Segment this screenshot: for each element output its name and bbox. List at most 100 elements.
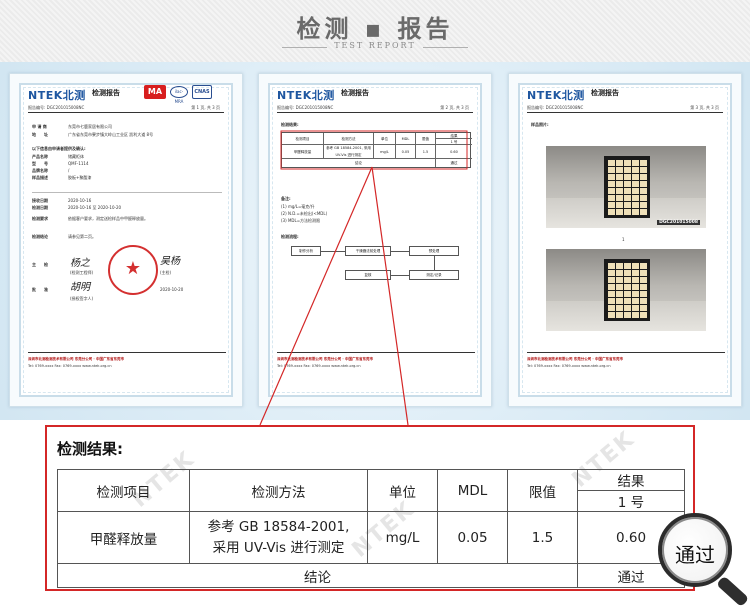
report-page-3-frame <box>518 83 732 397</box>
flow-step: 预处理 <box>409 246 459 256</box>
cma-badge: MA <box>144 85 166 99</box>
header-mdl: MDL <box>437 469 508 512</box>
page-number: 第 1 页, 共 3 页 <box>191 105 220 110</box>
signature-label: 主 检 <box>32 262 48 267</box>
footer-contact: Tel: 0769-xxxx Fax: 0769-xxxx www.ntek.o… <box>527 364 611 368</box>
photo-label: DGC201015008 <box>657 220 700 225</box>
doc-title: 检测报告 <box>591 89 619 97</box>
seal-star-icon: ★ <box>124 258 142 279</box>
note-item: (1) mg/L=毫克/升 <box>281 204 315 209</box>
magnifier-icon: 通过 <box>658 513 732 587</box>
field-value: 储藏柜体 <box>68 154 84 159</box>
field-value: / <box>68 168 70 173</box>
flow-step: 测定/记录 <box>409 270 459 280</box>
field-label: 地 址 <box>32 132 48 137</box>
note-item: (3) MDL=方法检测限 <box>281 218 321 223</box>
field-label: 申 请 商 <box>32 124 47 129</box>
flow-step: 制作分析 <box>291 246 321 256</box>
header-sample: 1 号 <box>577 490 685 512</box>
result-title: 检测结果: <box>57 440 123 458</box>
header-result: 结果 <box>577 469 685 491</box>
cabinet-image <box>604 259 650 321</box>
report-page-3: NTEK北测 检测报告 报告编号: DGC201015008NC 第 3 页, … <box>508 73 742 407</box>
report-page-2: NTEK北测 检测报告 报告编号: DGC201015008NC 第 2 页, … <box>258 73 492 407</box>
report-number: 报告编号: DGC201015008NC <box>277 105 334 110</box>
magnifier-handle <box>715 575 750 608</box>
doc-title: 检测报告 <box>92 89 120 97</box>
field-label: 以下信息由申请者提供及确认: <box>32 146 86 151</box>
cell-method-line1: 参考 GB 18584-2001, <box>207 518 350 535</box>
cnas-badge: CNAS <box>192 85 212 99</box>
report-page-1-frame <box>19 83 233 397</box>
photo-marker: 1 <box>622 237 625 242</box>
field-value: 依据客户要求，测定送检样品中甲醛释放量。 <box>68 216 148 221</box>
field-value: 请参见第二页。 <box>68 234 96 239</box>
footer-company: 深圳市北测检测技术有限公司 东莞分公司 · 中国广东省东莞市 <box>277 357 373 361</box>
header-item: 检测项目 <box>57 469 190 512</box>
cell-method-line2: 采用 UV-Vis 进行测定 <box>212 539 345 556</box>
field-label: 型 号 <box>32 161 48 166</box>
ntek-logo: NTEK北测 <box>527 89 585 102</box>
field-value: 广东省东莞市寮步镇大岭山工业区 凯利大道 8号 <box>68 132 154 137</box>
signature-label: 批 准 <box>32 287 48 292</box>
conclusion-label: 结论 <box>57 563 578 588</box>
field-value: 2020-10-16 至 2020-10-20 <box>68 205 122 210</box>
cell-unit: mg/L <box>367 511 438 564</box>
header-unit: 单位 <box>367 469 438 512</box>
footer-company: 深圳市北测检测技术有限公司 东莞分公司 · 中国广东省东莞市 <box>28 357 124 361</box>
field-label: 接收日期 <box>32 198 48 203</box>
handwritten-signature: 吴杨 <box>160 256 180 267</box>
mini-result-table: 检测项目 检测方法 单位 MDL 限值 结果 1 号 甲醛释放量 参考 GB 1… <box>281 132 472 168</box>
cell-mdl: 0.05 <box>437 511 508 564</box>
field-label: 检测结论 <box>32 234 48 239</box>
sample-photo-1: DGC201015008 <box>546 146 706 228</box>
header-divider-right <box>423 47 468 48</box>
flow-title: 检测流程: <box>281 234 299 239</box>
header-subtitle: TEST REPORT <box>334 41 416 50</box>
field-value: 东莞市七鹿家居有限公司 <box>68 124 112 129</box>
handwritten-signature: 杨之 <box>70 258 90 269</box>
magnifier-text: 通过 <box>675 543 715 567</box>
result-table: 检测项目 检测方法 单位 MDL 限值 结果 1 号 甲醛释放量 参考 GB 1… <box>57 469 685 588</box>
field-label: 产品名称 <box>32 154 48 159</box>
field-label: 品牌名称 <box>32 168 48 173</box>
cabinet-image <box>604 156 650 218</box>
footer-contact: Tel: 0769-xxxx Fax: 0769-xxxx www.ntek.o… <box>277 364 361 368</box>
company-seal: ★ <box>108 245 158 295</box>
section-title: 样品照片: <box>531 122 549 127</box>
header-method: 检测方法 <box>189 469 368 512</box>
notes-title: 备注: <box>281 196 291 201</box>
page-number: 第 2 页, 共 3 页 <box>440 105 469 110</box>
note-item: (2) N.D.=未检出(<MDL) <box>281 211 328 216</box>
field-value: 胶板+聚酯漆 <box>68 175 92 180</box>
field-label: 检测日期 <box>32 205 48 210</box>
cell-limit: 1.5 <box>507 511 578 564</box>
flow-step: 干燥器法前处理 <box>345 246 391 256</box>
handwritten-signature: 胡明 <box>70 282 90 293</box>
field-label: 样品描述 <box>32 175 48 180</box>
page-number: 第 3 页, 共 3 页 <box>690 105 719 110</box>
header-limit: 限值 <box>507 469 578 512</box>
footer-contact: Tel: 0769-xxxx Fax: 0769-xxxx www.ntek.o… <box>28 364 112 368</box>
signature-date: 2020-10-20 <box>160 287 184 292</box>
flow-step: 复核 <box>345 270 391 280</box>
footer-company: 深圳市北测检测技术有限公司 东莞分公司 · 中国广东省东莞市 <box>527 357 623 361</box>
section-title: 检测结果: <box>281 122 299 127</box>
field-value: QMF-1114 <box>68 161 89 166</box>
ntek-logo: NTEK北测 <box>277 89 335 102</box>
field-value: 2020-10-16 <box>68 198 92 203</box>
report-page-1: NTEK北测 检测报告 MA ilac-MRA CNAS 报告编号: DGC20… <box>9 73 243 407</box>
doc-title: 检测报告 <box>341 89 369 97</box>
ntek-logo: NTEK北测 <box>28 89 86 102</box>
report-number: 报告编号: DGC201015008NC <box>28 105 85 110</box>
result-zoom-panel: NTEK NTEK NTEK 检测结果: 检测项目 检测方法 单位 MDL 限值… <box>45 425 695 591</box>
signature-caption: (授权签字人) <box>70 296 94 301</box>
report-number: 报告编号: DGC201015008NC <box>527 105 584 110</box>
report-page-2-frame <box>268 83 482 397</box>
ilac-badge: ilac-MRA <box>170 86 188 104</box>
page-header: 检测 ▪ 报告 TEST REPORT <box>0 0 750 62</box>
signature-caption: (检测工程师) <box>70 270 94 275</box>
signature-caption: (主检) <box>160 270 172 275</box>
field-label: 检测要求 <box>32 216 48 221</box>
sample-photo-2 <box>546 249 706 331</box>
